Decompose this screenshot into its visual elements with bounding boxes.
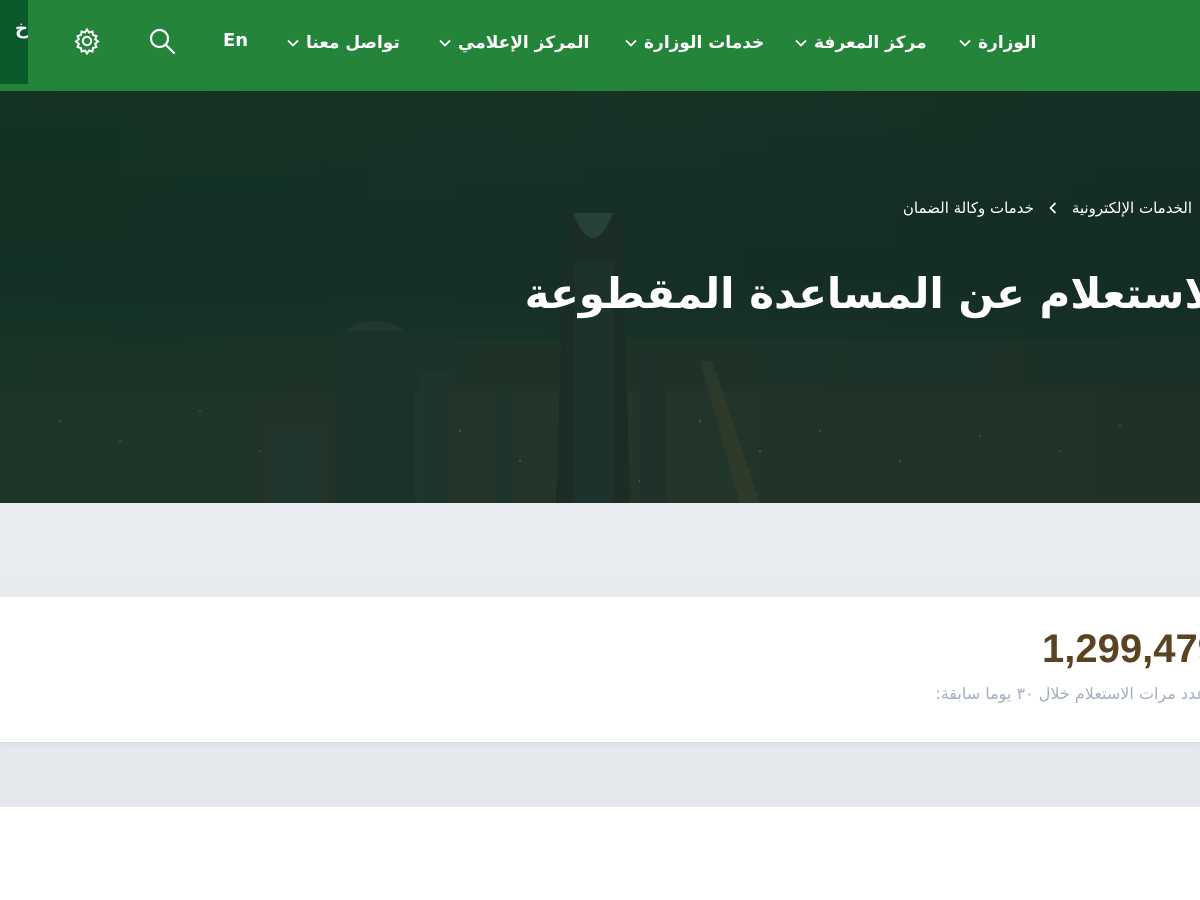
page-title: الاستعلام عن المساعدة المقطوعة — [524, 269, 1200, 318]
inquiry-count: 1,299,479 — [1042, 627, 1200, 671]
nav-item-label: المركز الإعلامي — [458, 33, 590, 53]
chevron-down-icon — [438, 36, 452, 50]
gear-icon[interactable] — [72, 26, 102, 56]
nav-item-knowledge-center[interactable]: مركز المعرفة — [794, 26, 927, 60]
nav-item-label: تواصل معنا — [306, 33, 400, 53]
nav-item-ministry-services[interactable]: خدمات الوزارة — [624, 26, 764, 60]
nav-item-contact[interactable]: تواصل معنا — [286, 26, 400, 60]
nav-item-label: الوزارة — [978, 33, 1037, 53]
chevron-down-icon — [286, 36, 300, 50]
nav-item-ministry[interactable]: الوزارة — [958, 26, 1036, 60]
hero-banner: الخدمات الإلكترونية خدمات وكالة الضمان ا… — [0, 91, 1200, 503]
search-icon[interactable] — [147, 26, 177, 56]
inquiry-count-label: عدد مرات الاستعلام خلال ٣٠ يوما سابقة: — [935, 684, 1200, 703]
language-toggle[interactable]: En — [223, 30, 248, 51]
nav-item-label: مركز المعرفة — [814, 33, 927, 53]
nav-item-label: خدمات الوزارة — [644, 33, 765, 53]
chevron-down-icon — [794, 36, 808, 50]
breadcrumb-link-eservices[interactable]: الخدمات الإلكترونية — [1072, 199, 1192, 217]
chevron-down-icon — [958, 36, 972, 50]
chevron-left-icon — [1048, 201, 1058, 215]
breadcrumb: الخدمات الإلكترونية خدمات وكالة الضمان — [903, 199, 1192, 217]
chevron-down-icon — [624, 36, 638, 50]
corner-menu-button[interactable]: خ — [0, 0, 28, 84]
nav-item-media-center[interactable]: المركز الإعلامي — [438, 26, 589, 60]
top-navbar: خ En تواصل معنا المركز الإعلامي خدمات ال… — [0, 0, 1200, 91]
stats-card: 1,299,479 عدد مرات الاستعلام خلال ٣٠ يوم… — [0, 597, 1200, 742]
corner-menu-label: خ — [15, 18, 28, 39]
breadcrumb-link-social-security-services[interactable]: خدمات وكالة الضمان — [903, 199, 1034, 217]
